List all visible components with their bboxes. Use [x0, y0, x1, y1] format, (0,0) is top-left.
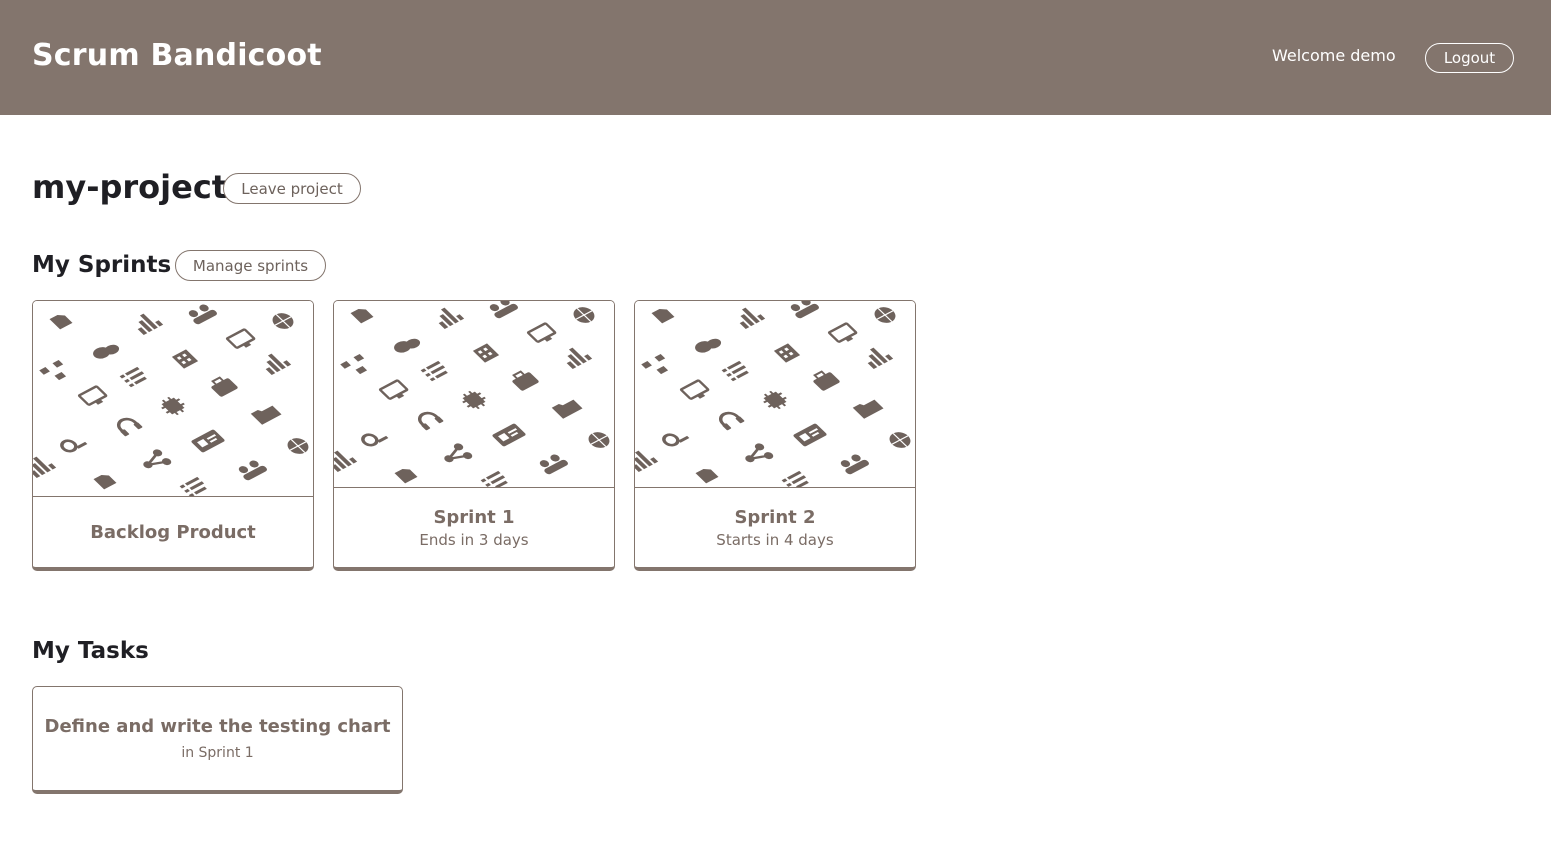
sprint-card-title: Sprint 2	[734, 507, 816, 528]
sprint-card-sprint-1[interactable]: Sprint 1 Ends in 3 days	[333, 300, 615, 571]
sprint-card-status: Ends in 3 days	[419, 531, 529, 549]
card-pattern-image	[33, 301, 313, 497]
task-card[interactable]: Define and write the testing chart in Sp…	[32, 686, 403, 794]
tasks-heading: My Tasks	[32, 638, 149, 664]
leave-project-button[interactable]: Leave project	[223, 173, 361, 204]
sprint-card-backlog[interactable]: Backlog Product	[32, 300, 314, 571]
card-body: Backlog Product	[33, 498, 313, 567]
sprints-heading: My Sprints	[32, 252, 172, 278]
logout-button[interactable]: Logout	[1425, 43, 1514, 73]
task-title: Define and write the testing chart	[44, 716, 391, 737]
top-navbar: Scrum Bandicoot Welcome demo Logout	[0, 0, 1551, 115]
project-title: my-project	[32, 168, 228, 206]
sprint-card-title: Sprint 1	[433, 507, 515, 528]
sprint-card-status: Starts in 4 days	[716, 531, 834, 549]
app-brand[interactable]: Scrum Bandicoot	[32, 38, 322, 73]
card-body: Sprint 1 Ends in 3 days	[334, 489, 614, 567]
card-pattern-image	[635, 301, 915, 488]
sprint-card-sprint-2[interactable]: Sprint 2 Starts in 4 days	[634, 300, 916, 571]
card-pattern-image	[334, 301, 614, 488]
card-body: Sprint 2 Starts in 4 days	[635, 489, 915, 567]
welcome-text: Welcome demo	[1272, 46, 1396, 65]
task-sprint: in Sprint 1	[181, 745, 254, 761]
sprint-card-title: Backlog Product	[90, 522, 256, 543]
manage-sprints-button[interactable]: Manage sprints	[175, 250, 326, 281]
